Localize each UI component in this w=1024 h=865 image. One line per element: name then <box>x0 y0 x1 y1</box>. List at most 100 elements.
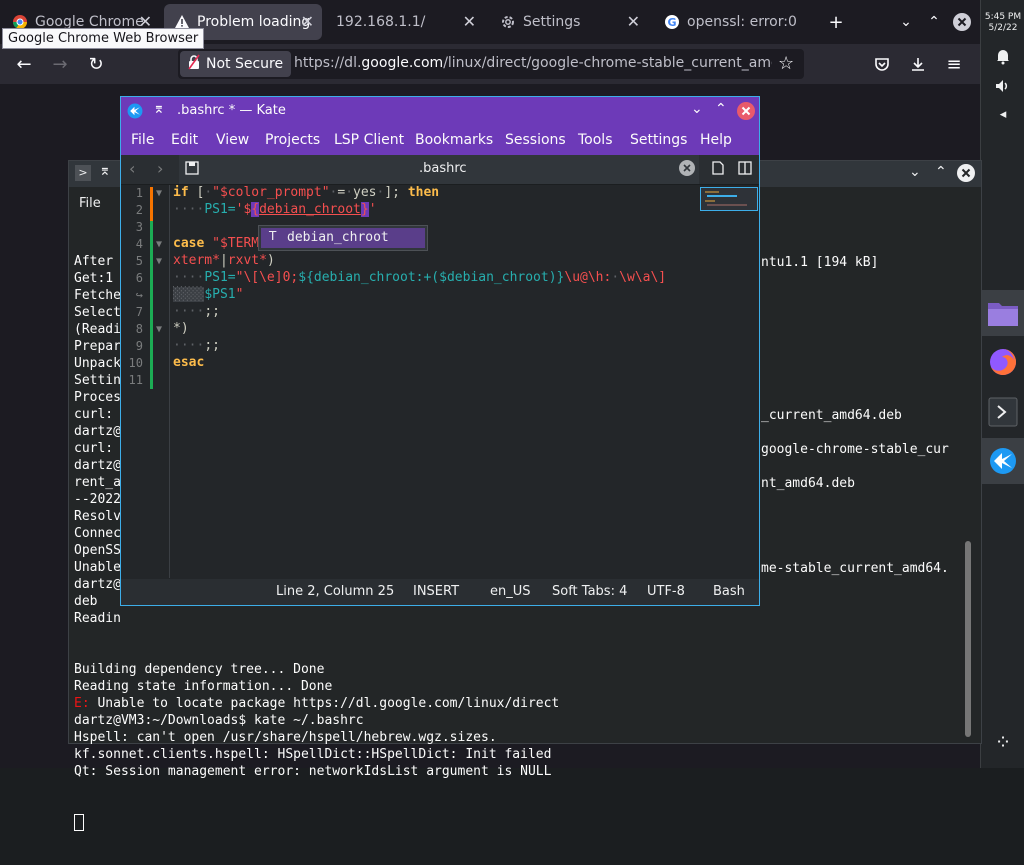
minimize-icon[interactable]: ⌄ <box>909 164 921 180</box>
firefox-icon[interactable] <box>981 340 1024 384</box>
menu-view[interactable]: View <box>216 132 249 148</box>
save-disk-icon[interactable] <box>185 161 199 179</box>
encoding[interactable]: UTF-8 <box>647 584 685 599</box>
terminal-line: Readin <box>74 611 121 626</box>
file-manager-icon[interactable] <box>981 290 1024 336</box>
url-domain: google.com <box>361 55 444 71</box>
line-number: 7 <box>135 305 143 319</box>
bookmark-star-icon[interactable]: ☆ <box>778 53 794 74</box>
url-suffix: /linux/direct/google-chrome-stable_curre… <box>443 55 772 71</box>
expand-arrow-icon[interactable]: ◂ <box>981 92 1024 136</box>
tab-label: openssl: error:0 <box>687 14 797 30</box>
split-view-icon[interactable] <box>738 161 752 179</box>
terminal-scrollbar[interactable] <box>965 541 971 737</box>
keep-above-icon[interactable]: ⌆ <box>99 163 111 179</box>
next-tab-arrow-icon[interactable]: › <box>157 159 163 178</box>
terminal-line: ntu1.1 [194 kB] <box>761 255 879 270</box>
saved-line-marker <box>150 221 153 389</box>
menu-sessions[interactable]: Sessions <box>505 132 566 148</box>
google-icon: G <box>664 14 680 30</box>
terminal-line: E: Unable to locate package https://dl.g… <box>74 696 560 711</box>
line-number: ↪ <box>135 288 143 302</box>
gear-icon <box>500 14 516 30</box>
terminal-line: Qt: Session management error: networkIds… <box>74 764 552 779</box>
line-number: 9 <box>135 339 143 353</box>
clock-time: 5:45 PM <box>984 12 1022 22</box>
spellcheck-language[interactable]: en_US <box>490 584 531 599</box>
syntax-mode[interactable]: Bash <box>713 584 745 599</box>
terminal-line: kf.sonnet.clients.hspell: HSpellDict::HS… <box>74 747 552 762</box>
terminal-icon[interactable] <box>981 390 1024 434</box>
fold-arrow-icon[interactable]: ▼ <box>156 256 162 267</box>
menu-bookmarks[interactable]: Bookmarks <box>415 132 493 148</box>
code-editor[interactable]: 1 ▼ 2 3 4 ▼ 5 ▼ 6 ↪ 7 8 ▼ 9 10 11 if [·"$color_prompt"·… <box>121 185 759 578</box>
close-icon[interactable]: ✕ <box>463 12 476 31</box>
minimap[interactable] <box>700 187 758 211</box>
modified-line-marker <box>150 187 153 221</box>
menu-projects[interactable]: Projects <box>265 132 320 148</box>
chevron-down-icon[interactable]: ⌄ <box>892 8 920 36</box>
window-close-button[interactable] <box>948 8 976 36</box>
chevron-up-icon[interactable]: ⌃ <box>920 8 948 36</box>
pocket-icon[interactable] <box>868 50 896 78</box>
fold-arrow-icon[interactable]: ▼ <box>156 188 162 199</box>
line-number: 5 <box>135 254 143 268</box>
kate-titlebar: ⌆ .bashrc * — Kate ⌄ ⌃ <box>121 97 759 125</box>
input-mode[interactable]: INSERT <box>413 584 459 599</box>
maximize-icon[interactable]: ⌃ <box>715 101 727 117</box>
terminal-line: me-stable_current_amd64. <box>761 561 949 576</box>
tab-close-icon[interactable] <box>679 160 695 180</box>
url-text[interactable]: https://dl.google.com/linux/direct/googl… <box>294 55 772 75</box>
cursor-position[interactable]: Line 2, Column 25 <box>276 584 394 599</box>
indentation-setting[interactable]: Soft Tabs: 4 <box>552 584 627 599</box>
kate-tabbar: ‹ › .bashrc <box>121 155 759 185</box>
tab-bashrc[interactable]: .bashrc <box>179 155 699 184</box>
maximize-icon[interactable]: ⌃ <box>935 164 947 180</box>
new-tab-plus-icon[interactable]: + <box>822 8 850 36</box>
tab-settings[interactable]: Settings ✕ <box>490 4 648 40</box>
menu-settings[interactable]: Settings <box>630 132 687 148</box>
code-line: ░░░░$PS1" <box>173 287 244 302</box>
code-line: case "$TERM <box>173 236 260 251</box>
menu-lsp-client[interactable]: LSP Client <box>334 132 404 148</box>
autocomplete-popup[interactable]: T debian_chroot <box>258 225 428 251</box>
terminal-app-icon: > <box>75 165 91 181</box>
clock[interactable]: 5:45 PM 5/2/22 <box>981 12 1024 34</box>
kate-window: ⌆ .bashrc * — Kate ⌄ ⌃ File Edit View Pr… <box>120 96 760 606</box>
tab-router[interactable]: 192.168.1.1/ ✕ <box>326 4 484 40</box>
keep-above-icon[interactable]: ⌆ <box>153 101 165 117</box>
line-number: 4 <box>135 237 143 251</box>
autocomplete-item[interactable]: T debian_chroot <box>261 228 425 248</box>
terminal-close-button[interactable] <box>957 164 975 186</box>
fold-arrow-icon[interactable]: ▼ <box>156 324 162 335</box>
back-arrow-icon[interactable]: ← <box>10 50 38 78</box>
menu-file[interactable]: File <box>131 132 154 148</box>
tab-openssl[interactable]: G openssl: error:0 <box>654 4 812 40</box>
download-icon[interactable] <box>904 50 932 78</box>
terminal-line: Hspell: can't open /usr/share/hspell/heb… <box>74 730 497 745</box>
menu-edit[interactable]: Edit <box>171 132 198 148</box>
hamburger-menu-icon[interactable]: ≡ <box>940 50 968 78</box>
not-secure-badge[interactable]: Not Secure <box>180 51 292 77</box>
line-number: 3 <box>135 220 143 234</box>
panel-config-icon[interactable]: ⁘ <box>981 720 1024 764</box>
code-line: *) <box>173 321 189 336</box>
kate-icon[interactable] <box>981 438 1024 484</box>
previous-tab-arrow-icon[interactable]: ‹ <box>129 159 135 178</box>
kate-close-button[interactable] <box>737 102 755 124</box>
terminal-line: _current_amd64.deb <box>761 408 902 423</box>
menu-help[interactable]: Help <box>700 132 732 148</box>
minimize-icon[interactable]: ⌄ <box>691 101 703 117</box>
text-completion-icon: T <box>269 229 277 243</box>
reload-icon[interactable]: ↻ <box>82 50 110 78</box>
terminal-menu-file[interactable]: File <box>79 196 101 211</box>
new-document-icon[interactable] <box>711 161 725 179</box>
fold-arrow-icon[interactable]: ▼ <box>156 239 162 250</box>
kate-app-icon <box>127 103 143 123</box>
line-number-gutter: 1 ▼ 2 3 4 ▼ 5 ▼ 6 ↪ 7 8 ▼ 9 10 11 <box>121 185 170 578</box>
close-icon[interactable]: ✕ <box>301 12 314 31</box>
menu-tools[interactable]: Tools <box>578 132 613 148</box>
forward-arrow-icon[interactable]: → <box>46 50 74 78</box>
line-number: 1 <box>135 186 143 200</box>
close-icon[interactable]: ✕ <box>627 12 640 31</box>
